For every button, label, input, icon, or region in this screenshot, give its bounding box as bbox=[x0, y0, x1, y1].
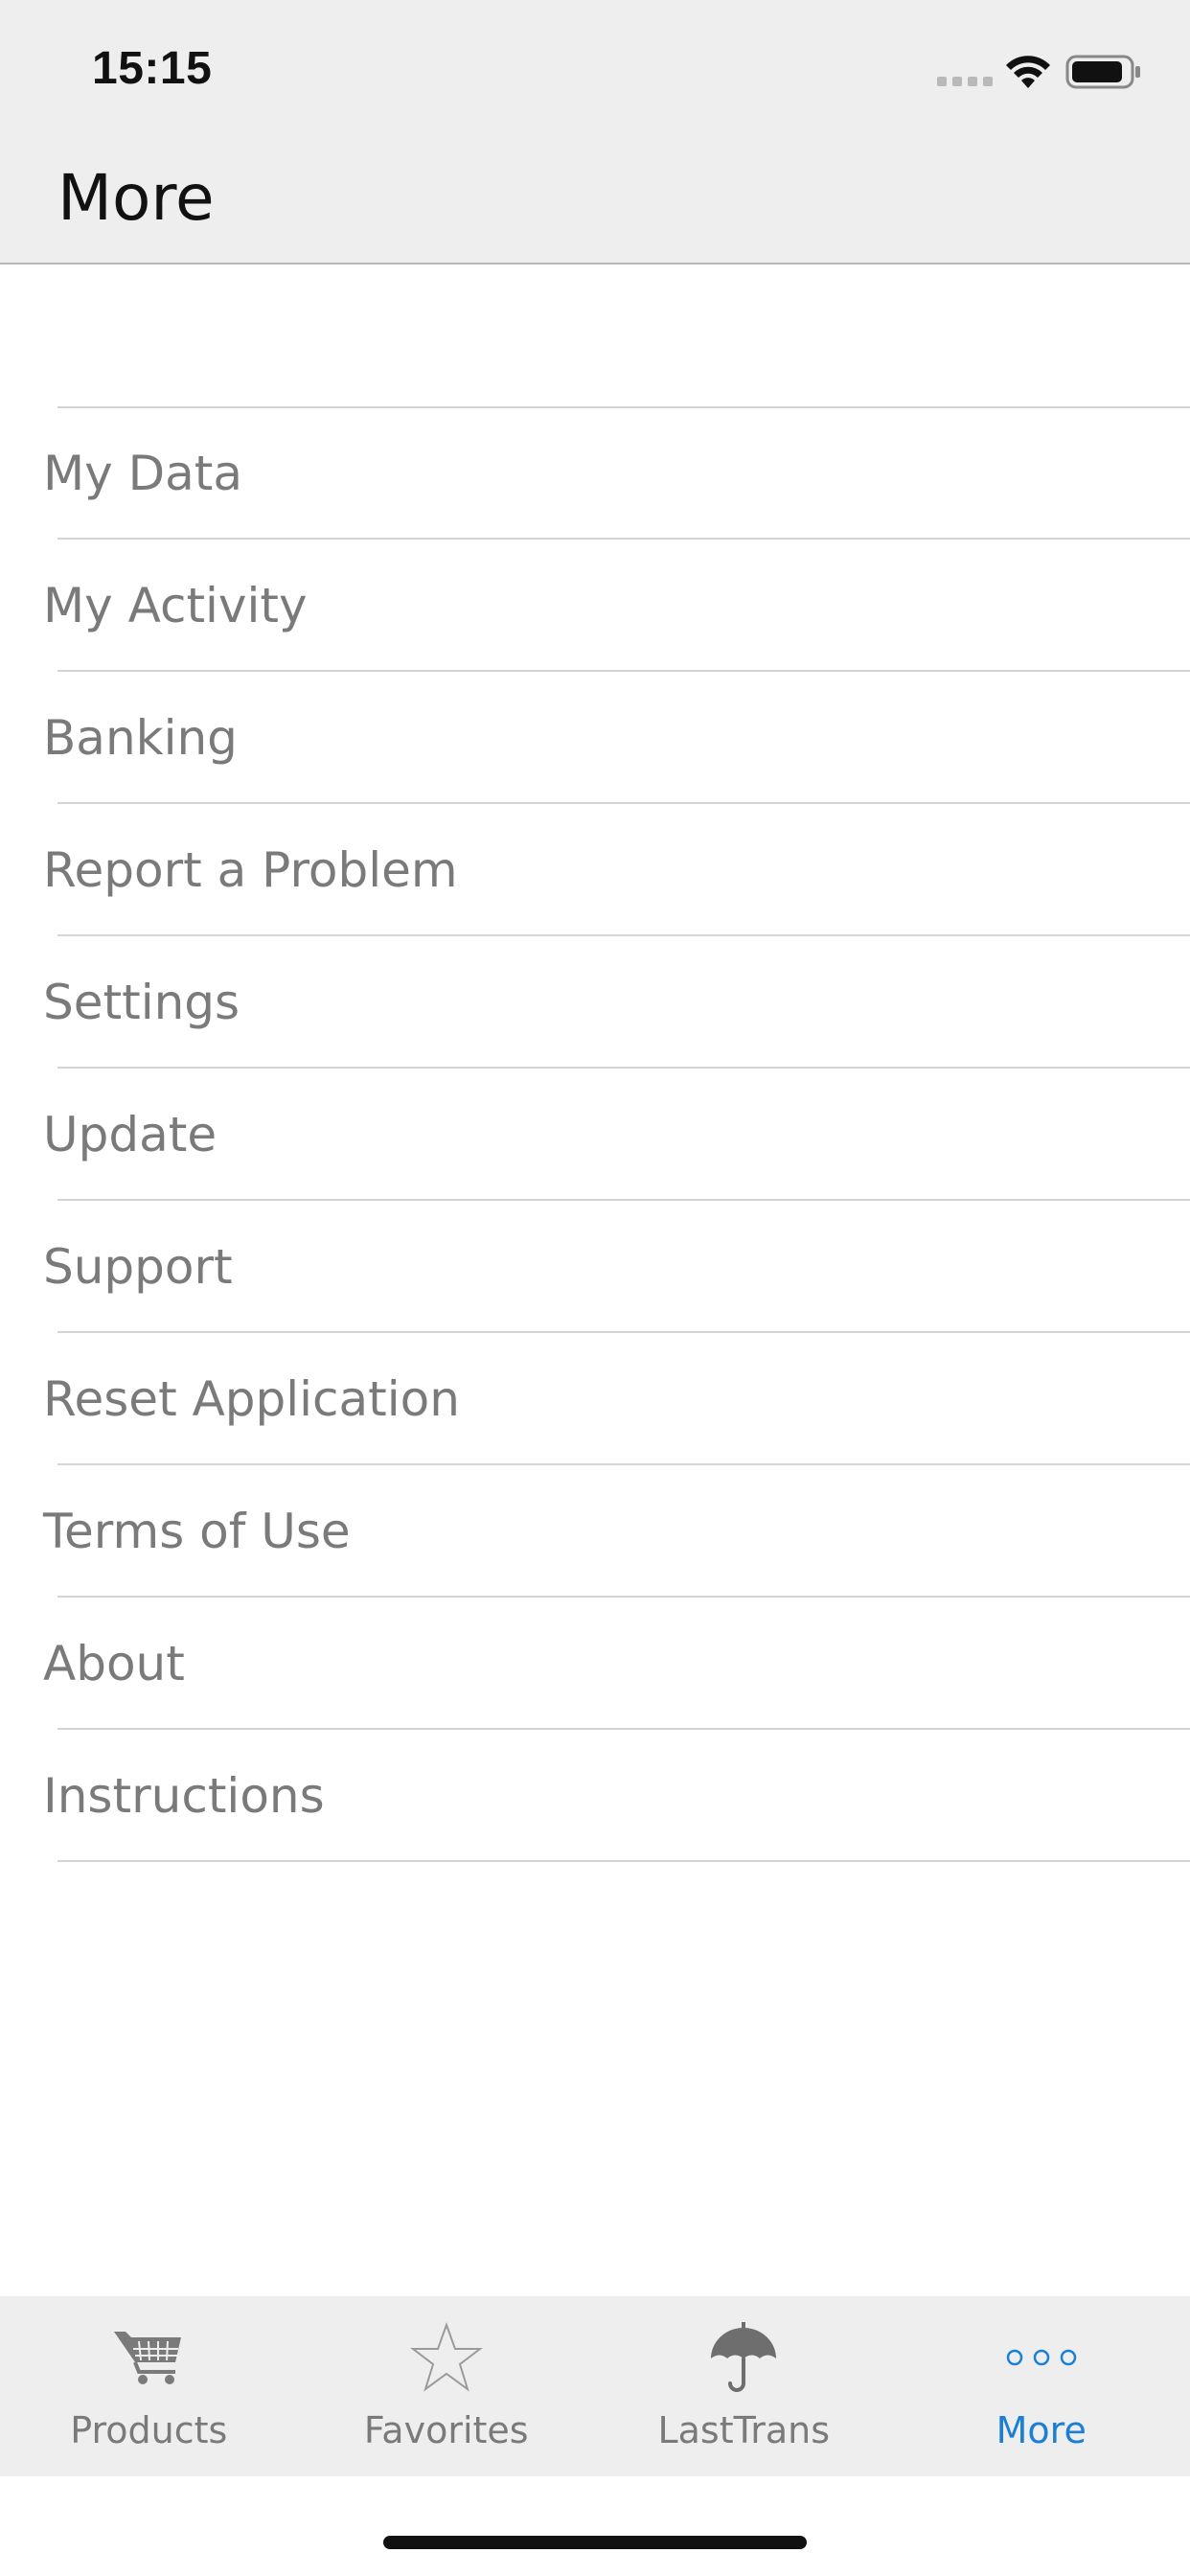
more-menu-list: My Data My Activity Banking Report a Pro… bbox=[0, 407, 1190, 1862]
tab-label: Products bbox=[70, 2409, 228, 2451]
page-title: More bbox=[57, 161, 215, 235]
menu-item-label: My Activity bbox=[43, 578, 308, 633]
tab-products[interactable]: Products bbox=[0, 2296, 298, 2476]
wifi-icon bbox=[1006, 56, 1050, 88]
menu-item-label: Report a Problem bbox=[43, 842, 458, 898]
tab-more[interactable]: More bbox=[893, 2296, 1190, 2476]
menu-item-terms-of-use[interactable]: Terms of Use bbox=[0, 1465, 1190, 1598]
umbrella-icon bbox=[705, 2319, 782, 2396]
menu-item-label: Support bbox=[43, 1239, 233, 1295]
tab-favorites[interactable]: Favorites bbox=[298, 2296, 596, 2476]
battery-icon bbox=[1065, 55, 1140, 89]
cellular-signal-icon bbox=[937, 77, 993, 86]
menu-item-label: Instructions bbox=[43, 1768, 325, 1824]
menu-item-label: Reset Application bbox=[43, 1371, 460, 1427]
shopping-cart-icon bbox=[110, 2319, 187, 2396]
navigation-bar: More bbox=[0, 142, 1190, 264]
menu-item-support[interactable]: Support bbox=[0, 1201, 1190, 1333]
star-icon bbox=[408, 2319, 485, 2396]
home-indicator[interactable] bbox=[383, 2536, 807, 2549]
menu-item-instructions[interactable]: Instructions bbox=[0, 1730, 1190, 1862]
menu-item-label: Terms of Use bbox=[43, 1504, 351, 1559]
menu-item-label: About bbox=[43, 1636, 185, 1691]
more-dots-icon bbox=[1003, 2319, 1080, 2396]
menu-item-report-a-problem[interactable]: Report a Problem bbox=[0, 804, 1190, 936]
menu-item-my-data[interactable]: My Data bbox=[0, 407, 1190, 540]
menu-item-label: Update bbox=[43, 1107, 217, 1162]
menu-item-about[interactable]: About bbox=[0, 1598, 1190, 1730]
menu-item-label: My Data bbox=[43, 446, 243, 501]
tab-label: LastTrans bbox=[657, 2409, 831, 2451]
menu-item-banking[interactable]: Banking bbox=[0, 672, 1190, 804]
menu-item-settings[interactable]: Settings bbox=[0, 936, 1190, 1069]
tab-bar: Products Favorites LastTrans More bbox=[0, 2296, 1190, 2476]
menu-item-reset-application[interactable]: Reset Application bbox=[0, 1333, 1190, 1465]
menu-item-label: Banking bbox=[43, 710, 238, 766]
tab-label: Favorites bbox=[363, 2409, 529, 2451]
menu-item-update[interactable]: Update bbox=[0, 1069, 1190, 1201]
menu-item-label: Settings bbox=[43, 975, 240, 1030]
menu-item-my-activity[interactable]: My Activity bbox=[0, 540, 1190, 672]
status-bar: 15:15 bbox=[0, 0, 1190, 142]
tab-lasttrans[interactable]: LastTrans bbox=[595, 2296, 893, 2476]
tab-label: More bbox=[995, 2409, 1087, 2451]
status-time: 15:15 bbox=[92, 43, 213, 94]
